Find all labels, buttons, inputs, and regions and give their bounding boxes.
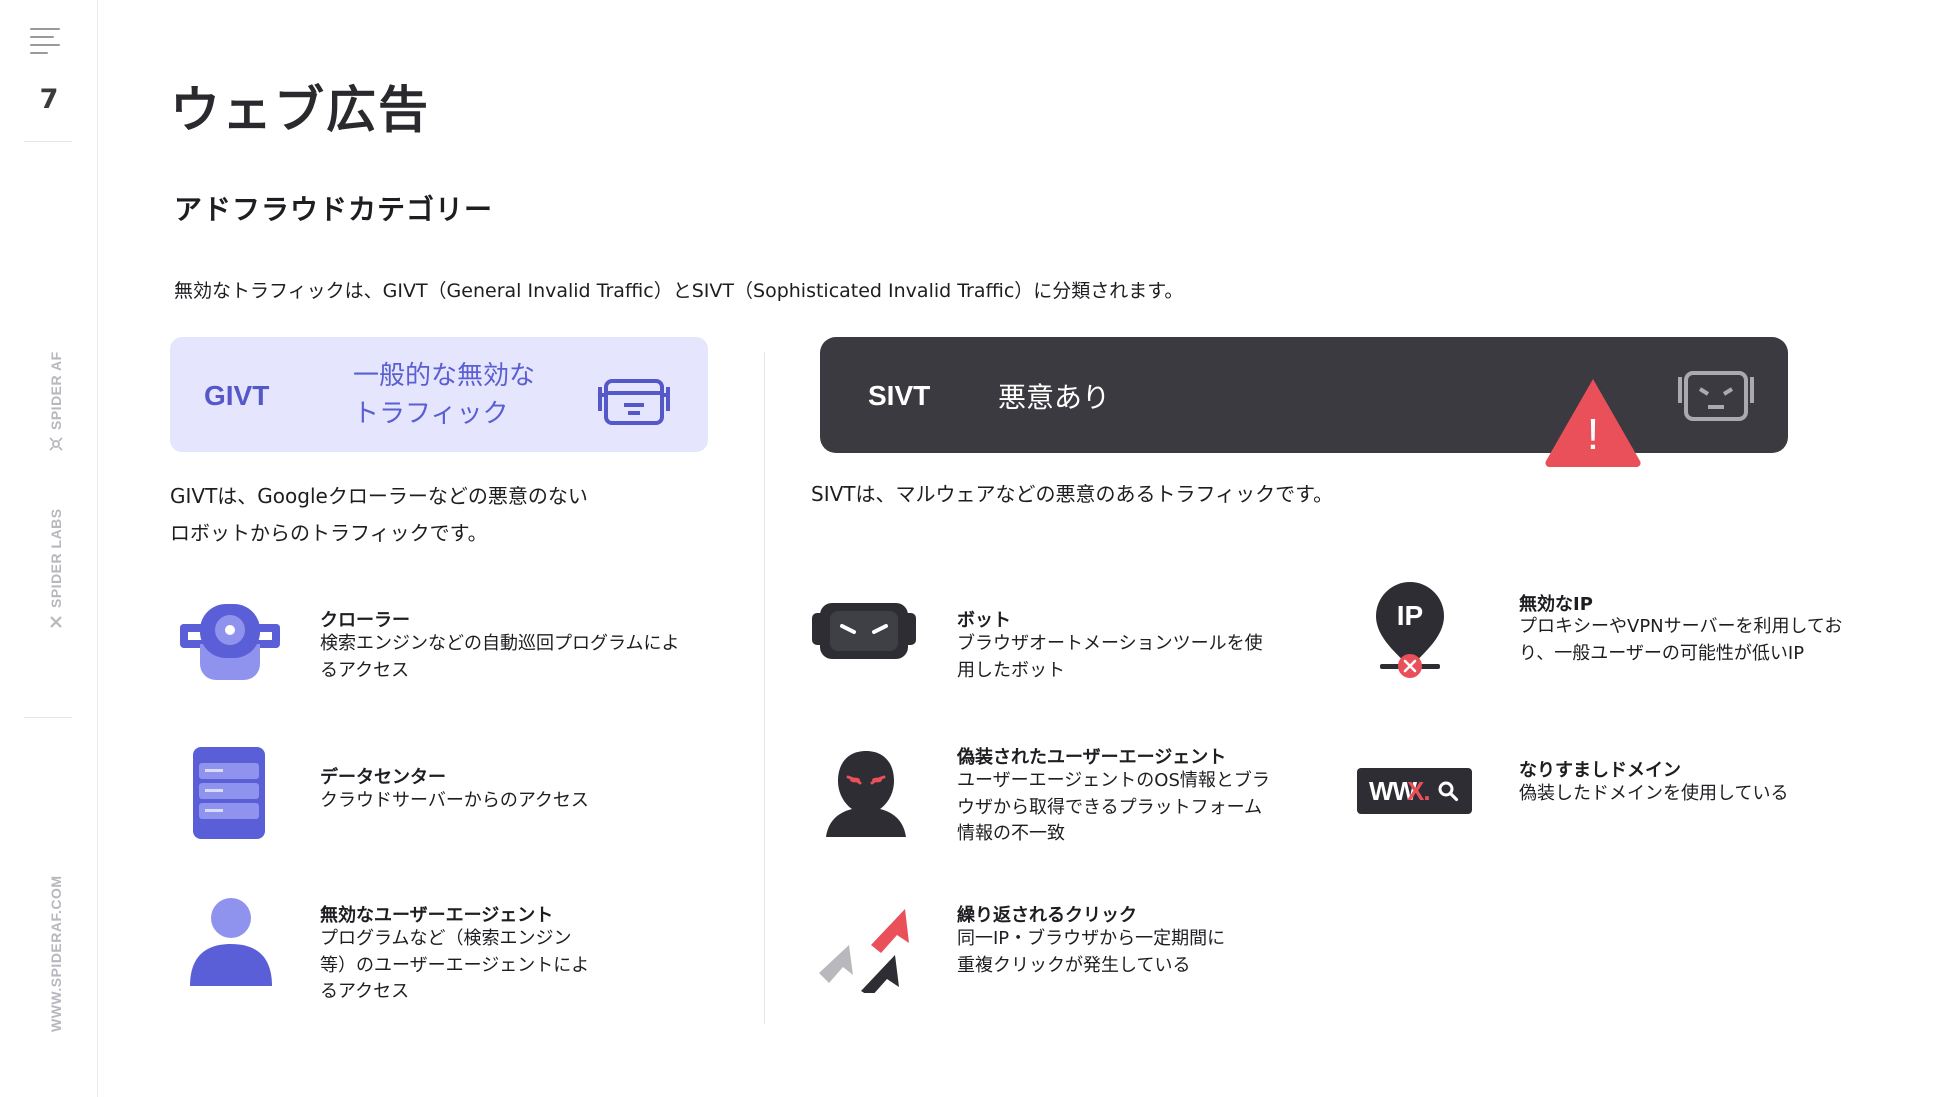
spoofed-domain-icon: WW X. [1357, 768, 1472, 814]
section-title: アドフラウドカテゴリー [174, 193, 494, 226]
item-title: なりすましドメイン [1519, 760, 1681, 781]
masked-hacker-icon [826, 751, 906, 837]
item-title: 繰り返されるクリック [957, 905, 1137, 926]
search-icon [1438, 781, 1459, 802]
item-description: プロキシーやVPNサーバーを利用してお り、一般ユーザーの可能性が低いIP [1519, 616, 1843, 664]
data-center-server-icon [193, 747, 265, 839]
item-description: 同一IP・ブラウザから一定期間に 重複クリックが発生している [957, 928, 1226, 976]
warning-icon: ! [1543, 375, 1643, 471]
item-title: データセンター [320, 767, 446, 788]
page-number: 7 [39, 84, 59, 115]
item-description: 偽装したドメインを使用している [1519, 783, 1789, 804]
givt-banner: GIVT 一般的な無効な トラフィック [170, 337, 708, 452]
rail-divider [24, 141, 72, 142]
brand-spider-af: SPIDER AF [48, 351, 64, 452]
spider-icon [49, 437, 63, 451]
item-title: ボット [957, 610, 1011, 631]
column-divider [764, 352, 765, 1024]
item-description: ユーザーエージェントのOS情報とブラ ウザから取得できるプラットフォーム 情報の… [957, 770, 1270, 844]
left-rail: 7 SPIDER AF SPIDER LABS WWW.SPIDERAF.COM [0, 0, 98, 1097]
brand-spider-labs: SPIDER LABS [48, 508, 64, 630]
x-mark-icon [50, 616, 62, 628]
givt-label: GIVT [204, 380, 270, 411]
angry-bot-icon [1678, 371, 1754, 421]
item-description: ブラウザオートメーションツールを使 用したボット [957, 633, 1263, 681]
website-url[interactable]: WWW.SPIDERAF.COM [48, 875, 64, 1032]
menu-icon[interactable] [30, 28, 64, 54]
user-agent-person-icon [190, 898, 272, 986]
sivt-description: 悪意あり [998, 381, 1111, 414]
item-title: 無効なIP [1519, 594, 1593, 615]
givt-summary: GIVTは、Googleクローラーなどの悪意のない ロボットからのトラフィックで… [170, 484, 588, 545]
item-description: プログラムなど（検索エンジン 等）のユーザーエージェントによ るアクセス [320, 928, 590, 1002]
item-description: クラウドサーバーからのアクセス [320, 790, 589, 811]
sivt-summary: SIVTは、マルウェアなどの悪意のあるトラフィックです。 [811, 482, 1334, 506]
bot-face-icon [812, 603, 916, 659]
rail-divider [24, 717, 72, 718]
crawler-robot-icon [180, 604, 280, 680]
invalid-ip-pin-icon: IP [1372, 580, 1448, 680]
svg-text:!: ! [1587, 410, 1599, 459]
givt-description: 一般的な無効な トラフィック [353, 361, 536, 429]
ip-badge: IP [1396, 600, 1424, 631]
item-description: 検索エンジンなどの自動巡回プログラムによ るアクセス [320, 633, 680, 681]
item-title: 無効なユーザーエージェント [320, 905, 554, 926]
friendly-bot-icon [598, 379, 670, 425]
item-title: クローラー [320, 610, 410, 631]
page-title: ウェブ広告 [170, 81, 430, 139]
sivt-label: SIVT [868, 380, 931, 411]
item-title: 偽装されたユーザーエージェント [957, 747, 1227, 768]
repeated-click-cursor-icon [819, 909, 909, 993]
intro-text: 無効なトラフィックは、GIVT（General Invalid Traffic）… [174, 280, 1184, 302]
